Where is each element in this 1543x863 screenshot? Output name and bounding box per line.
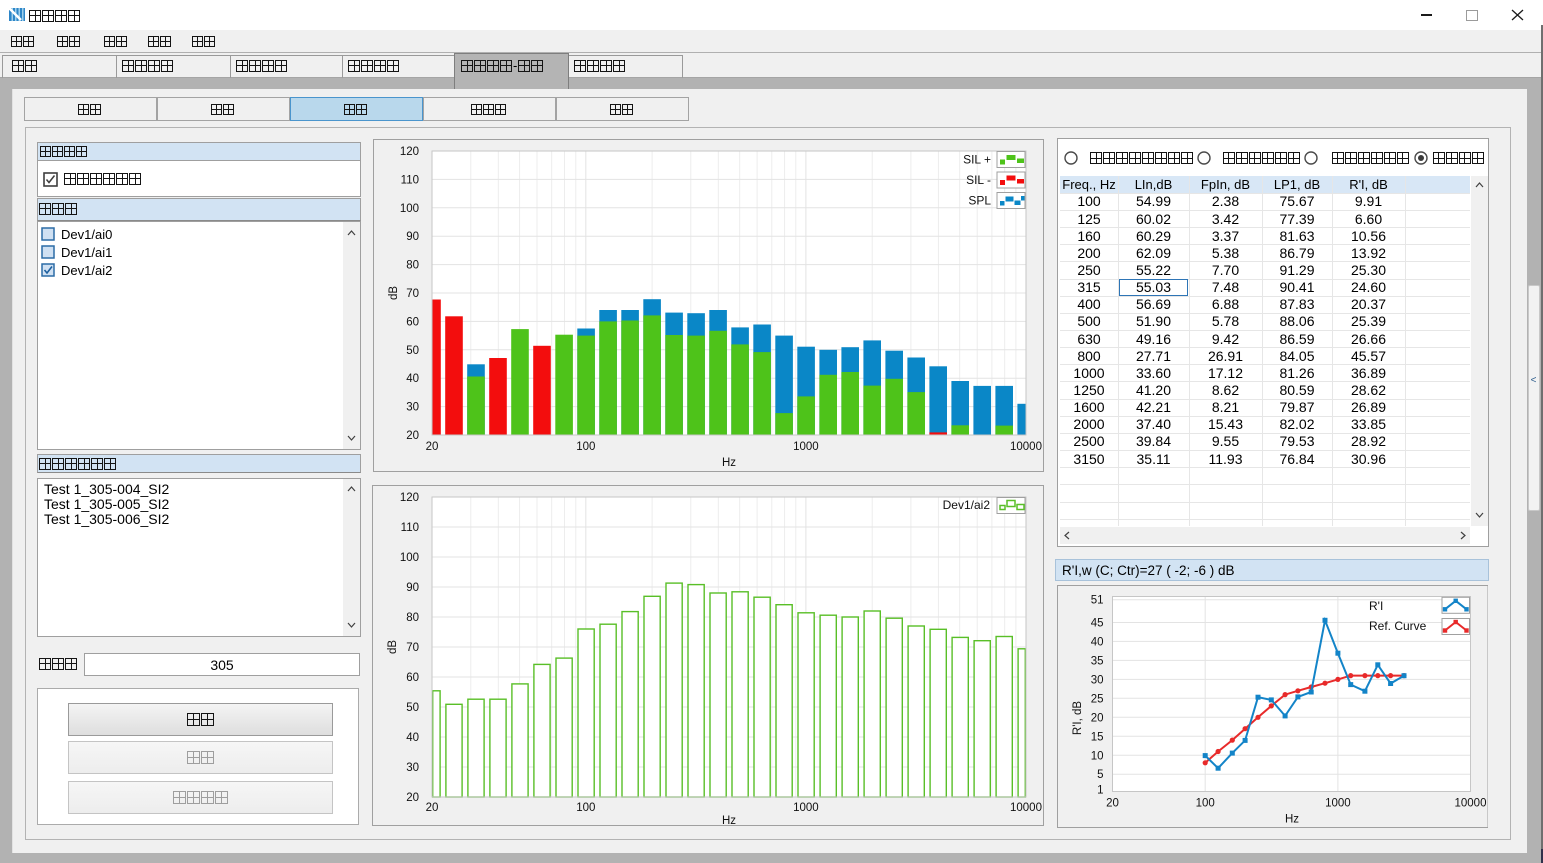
svg-text:1000: 1000 (793, 441, 819, 453)
svg-text:20: 20 (426, 441, 439, 453)
svg-text:SPL: SPL (968, 194, 991, 208)
svg-text:SIL +: SIL + (963, 153, 991, 167)
svg-text:40: 40 (406, 373, 419, 385)
svg-text:dB: dB (388, 286, 400, 300)
svg-text:20: 20 (406, 430, 419, 442)
svg-text:90: 90 (406, 231, 419, 243)
svg-text:20: 20 (1090, 712, 1103, 724)
svg-text:Hz: Hz (722, 815, 736, 826)
svg-text:80: 80 (406, 260, 419, 272)
svg-text:35: 35 (1090, 655, 1103, 667)
svg-text:110: 110 (401, 522, 419, 534)
svg-text:SIL -: SIL - (966, 173, 991, 187)
svg-text:25: 25 (1090, 693, 1103, 705)
svg-text:60: 60 (406, 672, 419, 684)
svg-text:30: 30 (1090, 674, 1103, 686)
svg-text:dB: dB (387, 640, 399, 654)
svg-text:40: 40 (1090, 636, 1103, 648)
svg-text:Ref. Curve: Ref. Curve (1369, 619, 1427, 633)
svg-text:20: 20 (1106, 798, 1119, 810)
svg-text:30: 30 (406, 402, 419, 414)
svg-text:80: 80 (406, 612, 419, 624)
svg-text:Hz: Hz (1284, 814, 1298, 826)
svg-text:100: 100 (400, 203, 419, 215)
svg-text:5: 5 (1097, 769, 1103, 781)
svg-text:70: 70 (406, 642, 419, 654)
svg-text:15: 15 (1090, 731, 1103, 743)
svg-text:10: 10 (1090, 750, 1103, 762)
svg-text:110: 110 (401, 174, 419, 186)
svg-text:100: 100 (576, 802, 595, 814)
svg-text:10000: 10000 (1010, 441, 1042, 453)
svg-text:20: 20 (426, 802, 439, 814)
svg-text:120: 120 (400, 492, 419, 504)
svg-text:100: 100 (576, 441, 595, 453)
svg-text:90: 90 (406, 582, 419, 594)
svg-text:45: 45 (1090, 618, 1103, 630)
svg-text:30: 30 (406, 762, 419, 774)
svg-text:1: 1 (1097, 784, 1103, 796)
svg-text:10000: 10000 (1454, 798, 1486, 810)
svg-text:120: 120 (400, 146, 419, 158)
svg-text:50: 50 (406, 702, 419, 714)
svg-text:10000: 10000 (1010, 802, 1042, 814)
svg-text:R'I, dB: R'I, dB (1072, 701, 1084, 735)
svg-text:100: 100 (400, 552, 419, 564)
svg-text:Dev1/ai2: Dev1/ai2 (943, 498, 991, 512)
svg-text:51: 51 (1090, 595, 1103, 607)
svg-text:1000: 1000 (793, 802, 819, 814)
svg-text:50: 50 (406, 345, 419, 357)
svg-text:60: 60 (406, 316, 419, 328)
svg-text:100: 100 (1195, 798, 1214, 810)
svg-text:R'I: R'I (1369, 599, 1383, 613)
svg-text:1000: 1000 (1325, 798, 1351, 810)
svg-text:Hz: Hz (722, 457, 736, 469)
svg-text:70: 70 (406, 288, 419, 300)
svg-text:20: 20 (406, 792, 419, 804)
svg-text:40: 40 (406, 732, 419, 744)
